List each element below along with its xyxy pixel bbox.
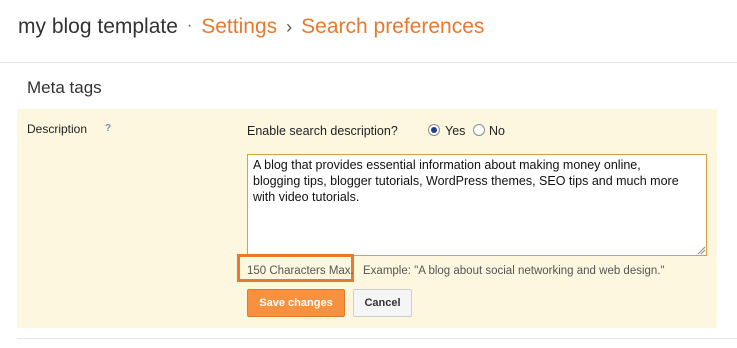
radio-yes-label[interactable]: Yes: [445, 124, 465, 138]
radio-no-label[interactable]: No: [489, 124, 505, 138]
description-panel: Description ? Enable search description?…: [17, 109, 717, 328]
description-example-text: Example: "A blog about social networking…: [363, 265, 665, 277]
breadcrumb-settings[interactable]: Settings: [201, 15, 277, 38]
section-title: Meta tags: [27, 78, 102, 97]
footer-divider: [17, 338, 737, 339]
radio-yes[interactable]: [428, 124, 440, 136]
character-limit-text: 150 Characters Max.: [247, 265, 354, 277]
header-divider: [0, 62, 737, 63]
breadcrumb: my blog template · Settings › Search prefere…: [18, 12, 484, 44]
save-changes-button[interactable]: Save changes: [247, 289, 345, 317]
help-icon[interactable]: ?: [105, 123, 111, 134]
search-description-textarea[interactable]: A blog that provides essential informati…: [247, 154, 707, 256]
resize-grip-icon[interactable]: [697, 246, 706, 255]
blog-name[interactable]: my blog template: [18, 15, 178, 38]
description-label: Description: [27, 122, 88, 136]
breadcrumb-dot: ·: [186, 17, 193, 34]
enable-search-description-label: Enable search description?: [247, 124, 398, 138]
breadcrumb-search-preferences[interactable]: Search preferences: [301, 15, 484, 38]
cancel-button[interactable]: Cancel: [353, 289, 412, 317]
breadcrumb-separator: ›: [286, 17, 293, 37]
radio-no[interactable]: [473, 124, 485, 136]
